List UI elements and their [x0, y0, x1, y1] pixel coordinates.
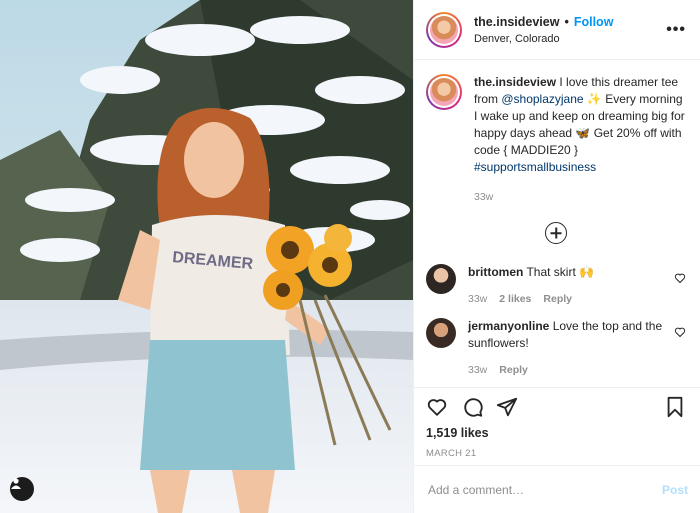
comment-item: jermanyonline Love the top and the sunfl… — [426, 318, 686, 379]
tagged-user-button[interactable] — [10, 477, 34, 501]
add-comment-input[interactable] — [428, 482, 662, 497]
bookmark-icon[interactable] — [664, 396, 686, 418]
like-heart-icon[interactable] — [426, 396, 448, 418]
share-paper-plane-icon[interactable] — [496, 396, 518, 418]
caption: the.insideview I love this dreamer tee f… — [426, 74, 686, 206]
post-comment-button[interactable]: Post — [662, 483, 688, 497]
likes-count[interactable]: 1,519 likes — [426, 426, 686, 440]
plus-circle-icon[interactable] — [545, 222, 567, 244]
butterfly-emoji: 🦋 — [575, 126, 591, 140]
comment-like-heart-icon[interactable] — [674, 272, 686, 284]
comment-item: brittomen That skirt 🙌 33w 2 likes Reply — [426, 264, 686, 308]
comment-reply-button[interactable]: Reply — [499, 362, 528, 379]
post-details-panel: the.insideview • Follow Denver, Colorado… — [413, 0, 700, 513]
more-options-button[interactable]: ••• — [666, 21, 686, 39]
post-date[interactable]: MARCH 21 — [426, 448, 686, 459]
comment-bubble-icon[interactable] — [462, 396, 484, 418]
comment-like-heart-icon[interactable] — [674, 326, 686, 338]
post-viewer: DREAMER the.insideview • Follow Denver, … — [0, 0, 700, 513]
comment-time[interactable]: 33w — [468, 362, 487, 379]
raised-hands-emoji: 🙌 — [579, 265, 595, 279]
caption-hashtag-link[interactable]: #supportsmallbusiness — [474, 160, 596, 174]
caption-username[interactable]: the.insideview — [474, 75, 556, 89]
comment-avatar[interactable] — [426, 318, 456, 348]
post-photo[interactable]: DREAMER — [0, 0, 413, 513]
photo-illustration: DREAMER — [0, 0, 413, 513]
comment-likes[interactable]: 2 likes — [499, 291, 531, 308]
author-avatar[interactable] — [426, 11, 462, 48]
load-more-comments — [426, 222, 686, 244]
post-header: the.insideview • Follow Denver, Colorado… — [414, 0, 700, 60]
caption-mention-link[interactable]: @shoplazyjane — [501, 92, 583, 106]
caption-author-avatar[interactable] — [426, 74, 462, 110]
user-icon — [11, 478, 21, 489]
post-actions: 1,519 likes MARCH 21 — [414, 387, 700, 459]
comment-username[interactable]: jermanyonline — [468, 319, 549, 333]
follow-button[interactable]: Follow — [574, 15, 614, 29]
comment-time[interactable]: 33w — [468, 291, 487, 308]
comment-username[interactable]: brittomen — [468, 265, 523, 279]
separator-dot: • — [564, 14, 569, 29]
caption-time[interactable]: 33w — [474, 189, 686, 206]
comment-reply-button[interactable]: Reply — [543, 291, 572, 308]
comment-text: That skirt — [523, 265, 580, 279]
comments-area[interactable]: the.insideview I love this dreamer tee f… — [414, 60, 700, 386]
author-username[interactable]: the.insideview — [474, 15, 559, 29]
post-location[interactable]: Denver, Colorado — [474, 33, 666, 45]
sparkles-emoji: ✨ — [586, 92, 602, 106]
add-comment-bar: Post — [414, 465, 700, 513]
comment-avatar[interactable] — [426, 264, 456, 294]
